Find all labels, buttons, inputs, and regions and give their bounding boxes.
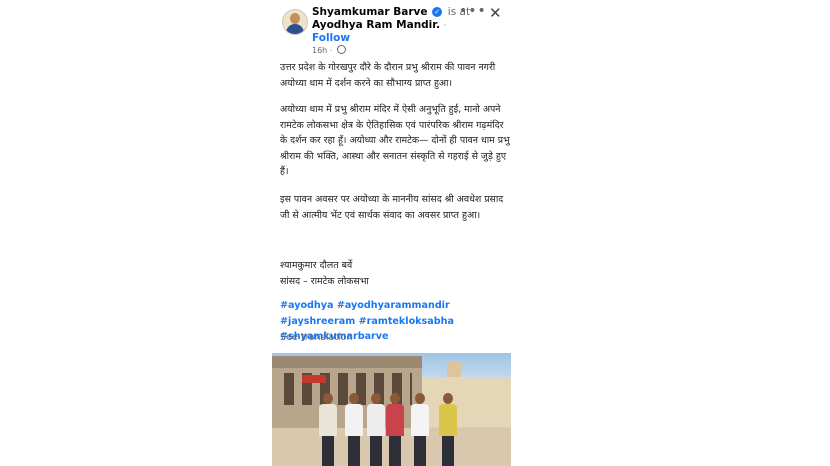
person-figure xyxy=(410,393,430,466)
temple-building xyxy=(422,377,511,427)
follow-button[interactable]: Follow xyxy=(312,32,350,44)
place-link[interactable]: Ayodhya Ram Mandir. xyxy=(312,19,440,31)
meta-dot: · xyxy=(329,46,333,55)
post-paragraph-1: उत्तर प्रदेश के गोरखपुर दौरे के दौरान प्… xyxy=(280,62,496,89)
verified-badge-icon: ✓ xyxy=(432,7,443,17)
person-figure xyxy=(344,393,364,466)
post-time[interactable]: 16h xyxy=(312,46,327,55)
more-options-icon[interactable]: ••• xyxy=(459,3,487,19)
check-in-place: Ayodhya Ram Mandir. · xyxy=(312,19,446,31)
globe-icon xyxy=(336,45,346,54)
author-name[interactable]: Shyamkumar Barve xyxy=(312,6,427,18)
separator-dot: · xyxy=(443,21,447,30)
person-figure xyxy=(385,393,405,466)
close-icon[interactable]: ✕ xyxy=(489,4,502,22)
post-paragraph-3: इस पावन अवसर पर अयोध्या के माननीय सांसद … xyxy=(280,194,504,221)
post-meta: 16h · xyxy=(312,45,346,55)
building-sign xyxy=(302,375,326,383)
see-translation-link[interactable]: See translation xyxy=(280,332,353,343)
post-photo[interactable] xyxy=(272,353,511,466)
facebook-post: Shyamkumar Barve ✓ is at Ayodhya Ram Man… xyxy=(272,0,512,466)
post-signature: श्यामकुमार दौलत बर्वे सांसद – रामटेक लोक… xyxy=(280,260,369,287)
building-roof xyxy=(272,356,422,368)
person-figure xyxy=(318,393,338,466)
post-header-line: Shyamkumar Barve ✓ is at xyxy=(312,6,470,18)
post-paragraph-2: अयोध्या धाम में प्रभु श्रीराम मंदिर में … xyxy=(280,104,510,178)
person-figure xyxy=(438,393,458,466)
person-figure xyxy=(366,393,386,466)
author-avatar[interactable] xyxy=(282,9,308,35)
